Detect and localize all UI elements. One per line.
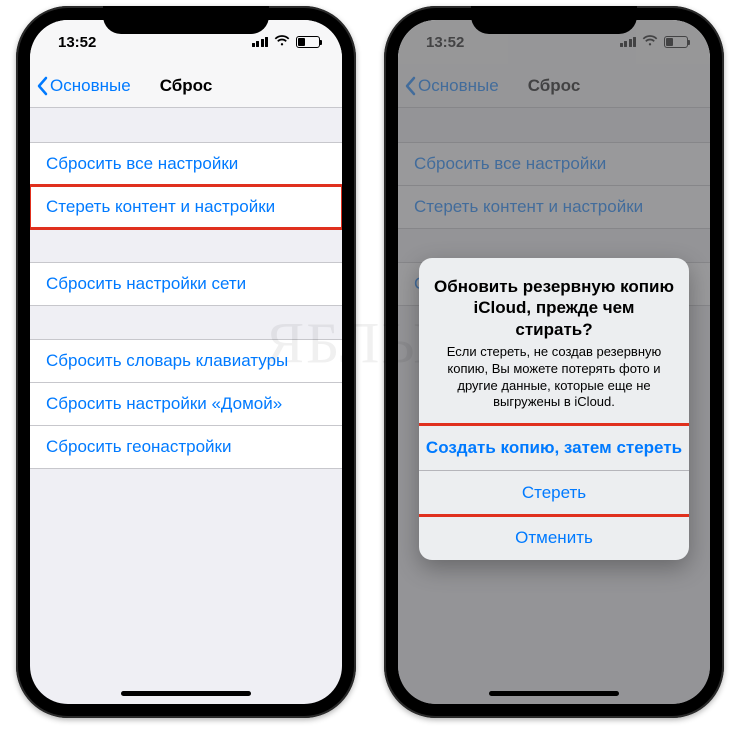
row-reset-home[interactable]: Сбросить настройки «Домой» [30, 382, 342, 426]
row-reset-keyboard[interactable]: Сбросить словарь клавиатуры [30, 339, 342, 383]
home-indicator[interactable] [121, 691, 251, 696]
screenshot-pair: 13:52 Основные Сброс Сбросить в [0, 0, 740, 724]
row-reset-all[interactable]: Сбросить все настройки [30, 142, 342, 186]
home-indicator[interactable] [489, 691, 619, 696]
row-erase-content[interactable]: Стереть контент и настройки [30, 185, 342, 229]
row-label: Сбросить настройки «Домой» [46, 394, 282, 414]
signal-icon [252, 37, 269, 47]
notch [471, 6, 637, 34]
phone-frame-left: 13:52 Основные Сброс Сбросить в [16, 6, 356, 718]
notch [103, 6, 269, 34]
alert-dialog: Обновить резервную копию iCloud, прежде … [419, 258, 689, 560]
nav-title: Сброс [160, 76, 213, 96]
phone-frame-right: 13:52 Основные Сброс Сбросить в [384, 6, 724, 718]
alert-erase-button[interactable]: Стереть [419, 470, 689, 515]
wifi-icon [274, 34, 290, 51]
alert-title: Обновить резервную копию iCloud, прежде … [433, 276, 675, 340]
row-label: Сбросить геонастройки [46, 437, 232, 457]
row-label: Стереть контент и настройки [46, 197, 275, 217]
status-time: 13:52 [58, 34, 96, 51]
back-button[interactable]: Основные [30, 76, 131, 96]
alert-cancel-button[interactable]: Отменить [419, 515, 689, 560]
screen-right: 13:52 Основные Сброс Сбросить в [398, 20, 710, 704]
alert-backup-erase-button[interactable]: Создать копию, затем стереть [419, 425, 689, 470]
alert-message: Если стереть, не создав резервную копию,… [433, 344, 675, 412]
battery-icon [296, 36, 320, 48]
row-label: Сбросить словарь клавиатуры [46, 351, 288, 371]
settings-list: Сбросить все настройки Стереть контент и… [30, 142, 342, 469]
chevron-left-icon [36, 76, 48, 96]
row-label: Сбросить настройки сети [46, 274, 246, 294]
nav-bar: Основные Сброс [30, 64, 342, 108]
row-reset-location[interactable]: Сбросить геонастройки [30, 425, 342, 469]
row-reset-network[interactable]: Сбросить настройки сети [30, 262, 342, 306]
row-label: Сбросить все настройки [46, 154, 238, 174]
screen-left: 13:52 Основные Сброс Сбросить в [30, 20, 342, 704]
back-label: Основные [50, 76, 131, 96]
status-right [252, 34, 321, 51]
alert-header: Обновить резервную копию iCloud, прежде … [419, 258, 689, 425]
